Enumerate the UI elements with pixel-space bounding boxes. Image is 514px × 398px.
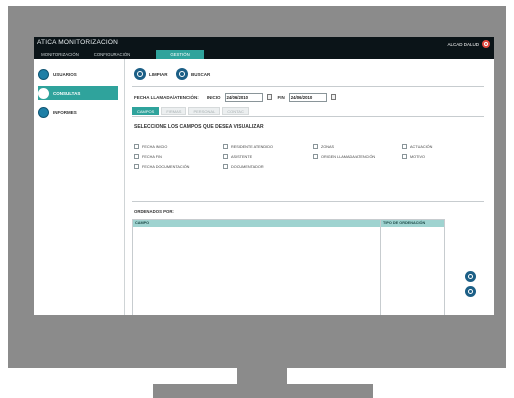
column-header-tipo: TIPO DE ORDENACIÓN bbox=[381, 220, 444, 227]
field-checkbox[interactable]: ORIGEN LLAMADA/ATENCIÓN bbox=[313, 154, 375, 159]
checkbox[interactable] bbox=[223, 144, 228, 149]
search-label: BUSCAR bbox=[191, 71, 211, 77]
sidebar: USUARIOS CONSULTAS INFORMES bbox=[34, 59, 125, 315]
sidebar-item-consultas[interactable]: CONSULTAS bbox=[38, 86, 118, 100]
column-divider bbox=[380, 220, 381, 315]
start-date-field[interactable]: 24/06/2010 bbox=[224, 92, 263, 102]
checkbox[interactable] bbox=[134, 154, 139, 159]
power-icon[interactable] bbox=[482, 40, 490, 48]
checkbox[interactable] bbox=[313, 144, 318, 149]
date-filter-label: FECHA LLAMADA/ATENCIÓN: bbox=[134, 94, 199, 100]
checkbox[interactable] bbox=[402, 144, 407, 149]
sidebar-item-informes[interactable]: INFORMES bbox=[38, 105, 118, 119]
divider bbox=[132, 201, 484, 202]
clear-button[interactable]: LIMPIAR bbox=[134, 68, 168, 80]
field-checkbox[interactable]: MOTIVO bbox=[402, 154, 425, 159]
sidebar-item-label: INFORMES bbox=[53, 109, 77, 115]
checkbox[interactable] bbox=[313, 154, 318, 159]
tab-contac[interactable]: CONTAC bbox=[222, 107, 249, 115]
date-filter: FECHA LLAMADA/ATENCIÓN: INICIO 24/06/201… bbox=[134, 92, 336, 102]
monitor-stand bbox=[153, 384, 373, 398]
field-label: ORIGEN LLAMADA/ATENCIÓN bbox=[321, 154, 376, 159]
tab-campos[interactable]: CAMPOS bbox=[132, 107, 160, 115]
order-by-label: ORDENADOS POR: bbox=[134, 209, 174, 214]
checkbox[interactable] bbox=[223, 154, 228, 159]
title-bar: ATICA MONITORIZACION MONITORIZACIÓN CONF… bbox=[34, 37, 494, 59]
field-checkbox[interactable]: ACTUACIÓN bbox=[402, 144, 432, 149]
users-icon bbox=[38, 68, 49, 80]
user-area: ALCAD DALUD bbox=[447, 39, 490, 49]
field-checkbox[interactable]: FECHA FIN bbox=[134, 154, 162, 159]
tab-firmas[interactable]: FIRMAS bbox=[161, 107, 187, 115]
sidebar-item-usuarios[interactable]: USUARIOS bbox=[38, 67, 118, 81]
sidebar-item-label: CONSULTAS bbox=[53, 90, 81, 96]
field-label: FECHA DOCUMENTACIÓN bbox=[142, 164, 190, 169]
field-checkbox[interactable]: ZONAS bbox=[313, 144, 334, 149]
tab-monitorizacion[interactable]: MONITORIZACIÓN bbox=[36, 50, 84, 59]
field-label: ZONAS bbox=[321, 144, 335, 149]
checkbox[interactable] bbox=[134, 164, 139, 169]
checkbox[interactable] bbox=[223, 164, 228, 169]
field-label: DOCUMENTADOR bbox=[231, 164, 264, 169]
move-up-button[interactable] bbox=[465, 271, 476, 282]
field-label: FECHA INICIO bbox=[142, 144, 168, 149]
app-title: ATICA MONITORIZACION bbox=[37, 39, 119, 46]
field-label: FECHA FIN bbox=[142, 154, 162, 159]
search-icon bbox=[176, 68, 188, 80]
search-button[interactable]: BUSCAR bbox=[176, 68, 210, 80]
main-panel: LIMPIAR BUSCAR FECHA LLAMADA/ATENCIÓN: I… bbox=[126, 59, 492, 315]
move-down-button[interactable] bbox=[465, 286, 476, 297]
clear-label: LIMPIAR bbox=[149, 71, 168, 77]
calendar-icon[interactable] bbox=[266, 94, 272, 100]
checkbox[interactable] bbox=[134, 144, 139, 149]
divider bbox=[132, 86, 484, 87]
calendar-icon[interactable] bbox=[330, 94, 336, 100]
field-label: MOTIVO bbox=[410, 154, 425, 159]
divider bbox=[132, 116, 484, 117]
end-date-label: FIN bbox=[277, 94, 285, 100]
field-checkbox[interactable]: FECHA DOCUMENTACIÓN bbox=[134, 164, 189, 169]
clear-icon bbox=[134, 68, 146, 80]
end-date-field[interactable]: 24/06/2010 bbox=[288, 92, 327, 102]
subtab-bar: CAMPOS FIRMAS PERSONAL CONTAC bbox=[132, 107, 249, 115]
sidebar-item-label: USUARIOS bbox=[53, 71, 77, 77]
field-label: ACTUACIÓN bbox=[410, 144, 433, 149]
user-name: ALCAD DALUD bbox=[447, 41, 479, 47]
field-checkbox[interactable]: RESIDENTE ATENDIDO bbox=[223, 144, 273, 149]
order-table[interactable]: CAMPO TIPO DE ORDENACIÓN bbox=[132, 219, 445, 315]
field-checkbox[interactable]: FECHA INICIO bbox=[134, 144, 167, 149]
start-date-label: INICIO bbox=[206, 94, 221, 100]
field-label: RESIDENTE ATENDIDO bbox=[231, 144, 273, 149]
report-icon bbox=[38, 106, 49, 118]
section-title: SELECCIONE LOS CAMPOS QUE DESEA VISUALIZ… bbox=[134, 124, 264, 130]
field-checkbox[interactable]: ASISTENTE bbox=[223, 154, 252, 159]
field-label: ASISTENTE bbox=[231, 154, 253, 159]
search-icon bbox=[38, 87, 49, 99]
tab-configuracion[interactable]: CONFIGURACIÓN bbox=[86, 50, 138, 59]
field-checkbox[interactable]: DOCUMENTADOR bbox=[223, 164, 264, 169]
app-window: ATICA MONITORIZACION MONITORIZACIÓN CONF… bbox=[34, 37, 494, 315]
tab-gestion[interactable]: GESTIÓN bbox=[156, 50, 204, 59]
tab-personal[interactable]: PERSONAL bbox=[188, 107, 221, 115]
column-header-campo: CAMPO bbox=[133, 220, 380, 227]
checkbox[interactable] bbox=[402, 154, 407, 159]
